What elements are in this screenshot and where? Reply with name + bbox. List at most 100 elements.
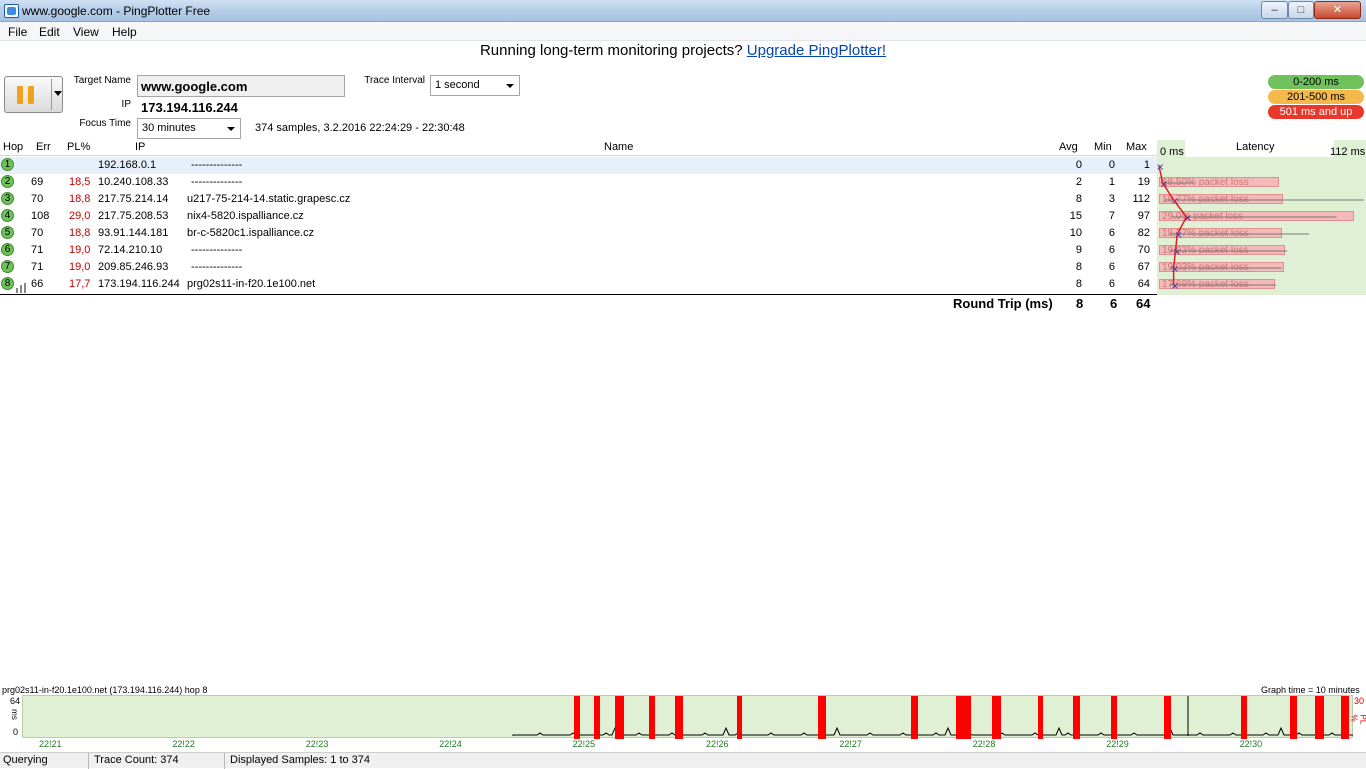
title-bar: www.google.com - PingPlotter Free – □ ✕ xyxy=(0,0,1366,22)
ip-value: 173.194.116.244 xyxy=(141,100,238,115)
graph-right-unit: PL % xyxy=(1350,715,1366,730)
samples-info: 374 samples, 3.2.2016 22:24:29 - 22:30:4… xyxy=(255,122,465,134)
hop-number: 4 xyxy=(1,209,14,222)
cell-ip: 217.75.214.14 xyxy=(98,193,168,205)
col-err[interactable]: Err xyxy=(36,141,51,153)
cell-ip: 93.91.144.181 xyxy=(98,227,168,239)
upgrade-link[interactable]: Upgrade PingPlotter! xyxy=(747,42,886,59)
legend-green: 0-200 ms xyxy=(1268,75,1364,89)
packet-loss-mark xyxy=(574,696,580,739)
trace-interval-select[interactable]: 1 second xyxy=(430,75,520,96)
cell-min: 3 xyxy=(1109,193,1115,205)
hop-number: 6 xyxy=(1,243,14,256)
trace-interval-value: 1 second xyxy=(435,79,480,91)
focus-time-label: Focus Time xyxy=(60,118,131,129)
cell-avg: 8 xyxy=(1076,193,1082,205)
cell-name: prg02s11-in-f20.1e100.net xyxy=(187,278,315,290)
graph-y-unit: ms xyxy=(10,709,19,720)
cell-err: 70 xyxy=(31,193,43,205)
table-row[interactable]: 1192.168.0.1--------------001 xyxy=(0,157,1157,174)
graph-y-bottom: 0 xyxy=(13,727,18,737)
table-row[interactable]: 37018,8217.75.214.14u217-75-214-14.stati… xyxy=(0,191,1157,208)
round-trip-label: Round Trip (ms) xyxy=(953,296,1053,311)
app-icon xyxy=(4,4,19,18)
table-row[interactable]: 57018,893.91.144.181br-c-5820c1.ispallia… xyxy=(0,225,1157,242)
status-bar: Querying Trace Count: 374 Displayed Samp… xyxy=(0,752,1366,768)
col-avg[interactable]: Avg xyxy=(1059,141,1078,153)
cell-name: -------------- xyxy=(191,261,242,273)
chevron-down-icon xyxy=(506,84,514,88)
cell-avg: 15 xyxy=(1070,210,1082,222)
packet-loss-mark xyxy=(649,696,655,739)
upgrade-banner: Running long-term monitoring projects? U… xyxy=(0,42,1366,59)
col-max[interactable]: Max xyxy=(1126,141,1147,153)
col-pl[interactable]: PL% xyxy=(67,141,90,153)
cell-avg: 9 xyxy=(1076,244,1082,256)
cell-max: 1 xyxy=(1144,159,1150,171)
packet-loss-mark xyxy=(1164,696,1171,739)
pause-icon xyxy=(17,86,37,104)
cell-min: 6 xyxy=(1109,244,1115,256)
cell-min: 0 xyxy=(1109,159,1115,171)
latency-trace: ×××××××× xyxy=(1157,140,1366,295)
time-tick-label: 22!24 xyxy=(439,739,462,749)
menu-file[interactable]: File xyxy=(8,25,27,39)
cell-max: 70 xyxy=(1138,244,1150,256)
packet-loss-mark xyxy=(1290,696,1297,739)
graph-time-note: Graph time = 10 minutes xyxy=(1261,685,1360,695)
col-hop[interactable]: Hop xyxy=(3,141,23,153)
legend-orange: 201-500 ms xyxy=(1268,90,1364,104)
cell-pl: 29,0 xyxy=(69,210,90,222)
cell-pl: 17,7 xyxy=(69,278,90,290)
time-tick-label: 22!30 xyxy=(1240,739,1263,749)
target-name-label: Target Name xyxy=(60,75,131,86)
packet-loss-mark xyxy=(1315,696,1324,739)
close-button[interactable]: ✕ xyxy=(1314,1,1361,19)
cell-err: 108 xyxy=(31,210,49,222)
focus-time-value: 30 minutes xyxy=(142,122,196,134)
dropdown-arrow-icon[interactable] xyxy=(54,91,62,96)
cell-name: u217-75-214-14.static.grapesc.cz xyxy=(187,193,350,205)
menu-edit[interactable]: Edit xyxy=(39,25,60,39)
pause-button[interactable] xyxy=(4,76,63,113)
latency-history-graph[interactable] xyxy=(22,695,1353,738)
col-ip[interactable]: IP xyxy=(135,141,145,153)
cell-min: 6 xyxy=(1109,261,1115,273)
cell-name: -------------- xyxy=(191,159,242,171)
cell-ip: 72.14.210.10 xyxy=(98,244,162,256)
cell-name: br-c-5820c1.ispalliance.cz xyxy=(187,227,314,239)
time-tick-label: 22!27 xyxy=(839,739,862,749)
maximize-button[interactable]: □ xyxy=(1288,1,1314,19)
col-name[interactable]: Name xyxy=(604,141,633,153)
chevron-down-icon xyxy=(227,127,235,131)
latency-panel: 0 ms Latency 112 ms 18,50% packet loss18… xyxy=(1157,140,1366,295)
cell-max: 82 xyxy=(1138,227,1150,239)
table-row[interactable]: 77119,0209.85.246.93--------------8667 xyxy=(0,259,1157,276)
cell-min: 7 xyxy=(1109,210,1115,222)
packet-loss-mark xyxy=(1038,696,1043,739)
cell-pl: 19,0 xyxy=(69,244,90,256)
table-row[interactable]: 410829,0217.75.208.53nix4-5820.ispallian… xyxy=(0,208,1157,225)
table-row[interactable]: 26918,510.240.108.33--------------2119 xyxy=(0,174,1157,191)
table-row[interactable]: 67119,072.14.210.10--------------9670 xyxy=(0,242,1157,259)
cell-pl: 18,8 xyxy=(69,227,90,239)
cell-err: 71 xyxy=(31,244,43,256)
graph-bars-icon[interactable] xyxy=(16,282,26,292)
cell-max: 112 xyxy=(1132,193,1150,205)
menu-view[interactable]: View xyxy=(73,25,99,39)
cell-ip: 192.168.0.1 xyxy=(98,159,156,171)
target-name-input[interactable]: www.google.com xyxy=(137,75,345,97)
latency-history-line xyxy=(513,728,1353,736)
focus-time-select[interactable]: 30 minutes xyxy=(137,118,241,139)
latency-avg-marker: × xyxy=(1171,281,1179,292)
latency-avg-marker: × xyxy=(1171,264,1179,275)
menu-help[interactable]: Help xyxy=(112,25,137,39)
minimize-button[interactable]: – xyxy=(1261,1,1288,19)
round-trip-avg: 8 xyxy=(1076,296,1083,311)
table-row[interactable]: 86617,7173.194.116.244prg02s11-in-f20.1e… xyxy=(0,276,1157,293)
window-title: www.google.com - PingPlotter Free xyxy=(22,4,210,18)
col-min[interactable]: Min xyxy=(1094,141,1112,153)
cell-avg: 0 xyxy=(1076,159,1082,171)
cell-min: 6 xyxy=(1109,227,1115,239)
cell-pl: 18,5 xyxy=(69,176,90,188)
